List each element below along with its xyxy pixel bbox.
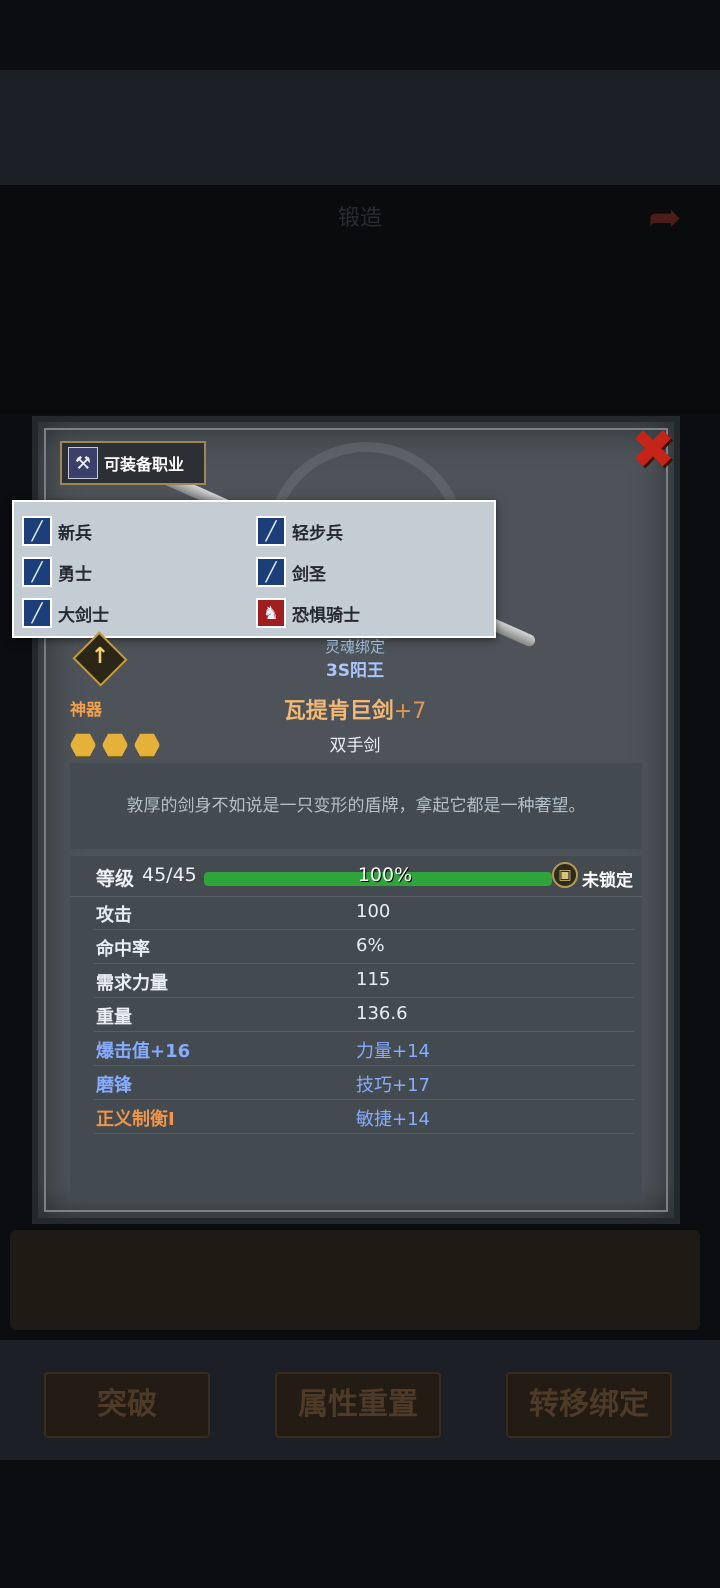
stats-box: 等级 45/45 100% ▣ 未锁定 攻击 100 命中率 6% 需求力量 1… <box>70 856 642 1200</box>
stat-row: 正义制衡I 敏捷+14 <box>94 1100 634 1134</box>
job-name: 新兵 <box>58 523 92 544</box>
description-box: 敦厚的剑身不如说是一只变形的盾牌，拿起它都是一种奢望。 <box>70 763 642 849</box>
background-top-band <box>0 70 720 185</box>
job-name: 轻步兵 <box>292 523 343 544</box>
exp-percent: 100% <box>357 864 413 886</box>
sword-icon: ╱ <box>22 557 52 587</box>
reset-attributes-button[interactable]: 属性重置 <box>275 1372 441 1438</box>
stat-row: 磨锋 技巧+17 <box>94 1066 634 1100</box>
stat-row: 爆击值+16 力量+14 <box>94 1032 634 1066</box>
background-scroll <box>10 1230 700 1330</box>
lock-status: 未锁定 <box>582 871 633 891</box>
upgrade-arrow-icon: ↑ <box>90 644 110 669</box>
stat-value: 6% <box>356 935 385 956</box>
item-type: 双手剑 <box>329 736 381 756</box>
star-icon <box>134 733 160 757</box>
stat-value: 技巧+17 <box>356 1075 430 1096</box>
horse-icon: ♞ <box>256 598 286 628</box>
equippable-jobs-label: 可装备职业 <box>104 455 185 474</box>
enhance-level: +7 <box>393 699 427 724</box>
quality-stars <box>70 733 160 757</box>
stat-name: 爆击值+16 <box>96 1041 191 1062</box>
background-title: 锻造 <box>337 206 382 231</box>
item-tier: 神器 <box>70 700 103 719</box>
sword-icon: ╱ <box>256 516 286 546</box>
stat-name: 正义制衡I <box>96 1109 175 1130</box>
transfer-binding-button[interactable]: 转移绑定 <box>506 1372 672 1438</box>
stat-name: 命中率 <box>96 939 150 960</box>
stat-value: 115 <box>356 969 391 990</box>
stat-name: 需求力量 <box>96 973 168 994</box>
stat-name: 磨锋 <box>96 1075 132 1096</box>
back-arrow-icon: ➦ <box>648 195 682 241</box>
job-item: ╱ 大剑士 <box>22 598 109 628</box>
job-item: ♞ 恐惧骑士 <box>256 598 360 628</box>
lock-icon[interactable]: ▣ <box>552 862 578 888</box>
stat-value: 力量+14 <box>356 1041 430 1062</box>
job-item: ╱ 轻步兵 <box>256 516 343 546</box>
job-name: 大剑士 <box>58 605 109 626</box>
stat-row: 命中率 6% <box>94 930 634 964</box>
stat-name: 重量 <box>96 1007 132 1028</box>
soul-owner: 3S阳王 <box>325 661 385 681</box>
job-item: ╱ 剑圣 <box>256 557 326 587</box>
stat-value: 100 <box>356 901 391 922</box>
item-name: 瓦提肯巨剑 <box>283 699 394 724</box>
sword-icon: ╱ <box>22 598 52 628</box>
bind-status: 灵魂绑定 <box>324 638 385 656</box>
level-row: 等级 45/45 100% ▣ 未锁定 <box>70 856 642 897</box>
job-name: 剑圣 <box>292 564 326 585</box>
stat-name: 攻击 <box>96 905 132 926</box>
sword-icon: ╱ <box>22 516 52 546</box>
level-label: 等级 <box>96 868 135 890</box>
stat-row: 攻击 100 <box>94 896 634 930</box>
star-icon <box>70 733 96 757</box>
equippable-jobs-button[interactable]: ⚒ 可装备职业 <box>60 441 206 485</box>
equippable-jobs-popup: ╱ 新兵 ╱ 轻步兵 ╱ 勇士 ╱ 剑圣 ╱ 大剑士 ♞ 恐惧骑士 <box>12 500 496 638</box>
level-value: 45/45 <box>142 864 197 886</box>
item-description: 敦厚的剑身不如说是一只变形的盾牌，拿起它都是一种奢望。 <box>126 796 586 816</box>
star-icon <box>102 733 128 757</box>
breakthrough-button[interactable]: 突破 <box>44 1372 210 1438</box>
job-item: ╱ 新兵 <box>22 516 92 546</box>
item-title: 瓦提肯巨剑+7 <box>240 693 470 725</box>
sword-icon: ╱ <box>256 557 286 587</box>
job-name: 勇士 <box>58 564 92 585</box>
job-name: 恐惧骑士 <box>292 605 360 626</box>
stat-value: 敏捷+14 <box>356 1109 430 1130</box>
stat-row: 需求力量 115 <box>94 964 634 998</box>
close-icon[interactable]: ✖ <box>630 423 676 477</box>
job-item: ╱ 勇士 <box>22 557 92 587</box>
crossed-tools-icon: ⚒ <box>68 447 98 479</box>
stat-row: 重量 136.6 <box>94 998 634 1032</box>
stat-value: 136.6 <box>356 1003 408 1024</box>
